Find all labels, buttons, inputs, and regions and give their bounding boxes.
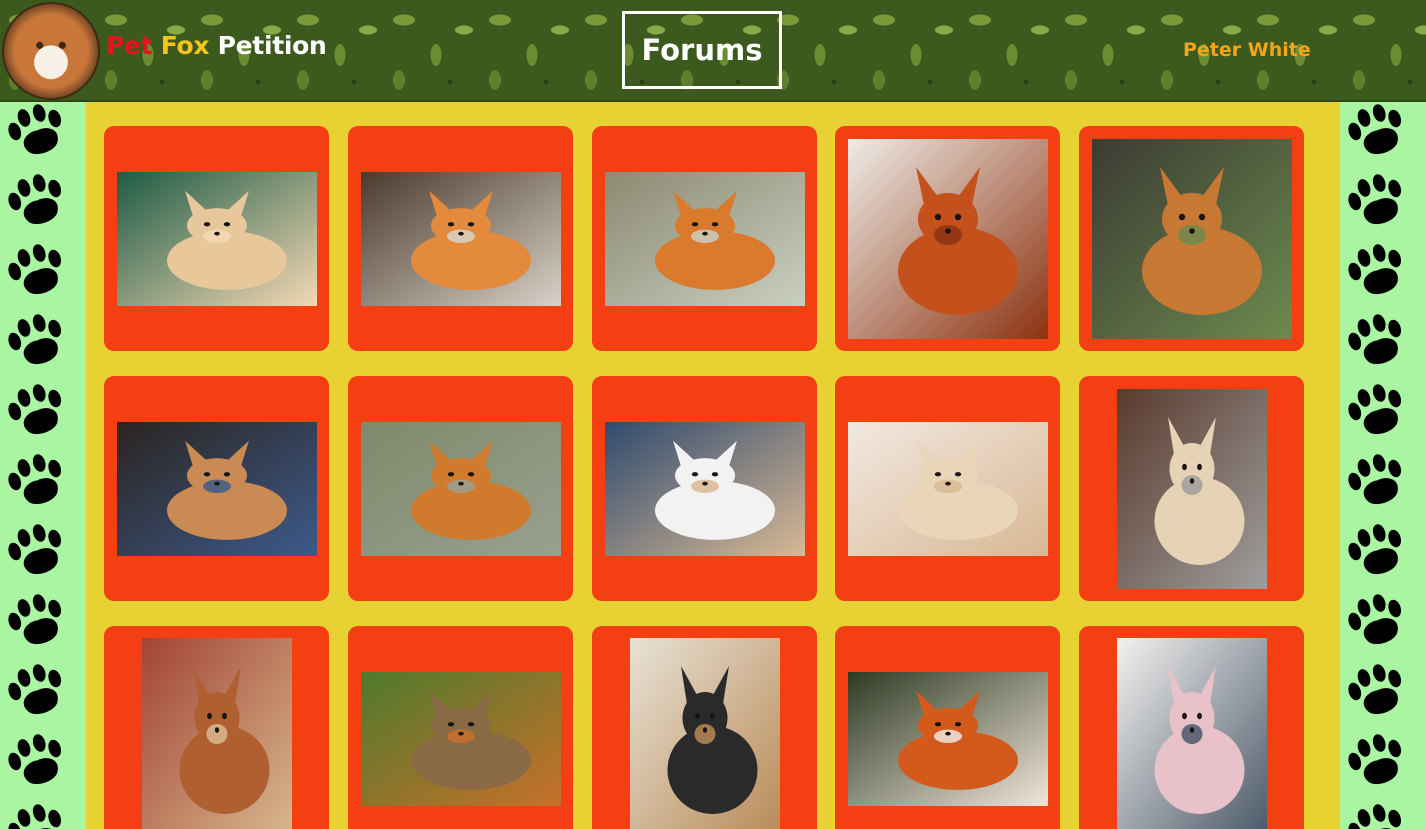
fox-photo [1091, 138, 1292, 339]
right-paw-strip [1340, 102, 1426, 829]
brand-word-petition: Petition [217, 31, 327, 60]
fox-photo-card[interactable] [592, 376, 817, 601]
site-brand[interactable]: Pet Fox Petition [106, 31, 327, 60]
fox-photo-card[interactable] [104, 126, 329, 351]
fox-photo [1116, 638, 1267, 829]
fox-photo [604, 421, 805, 556]
fox-photo [360, 171, 561, 306]
fox-photo-card[interactable] [348, 626, 573, 829]
brand-word-fox: Fox [160, 31, 210, 60]
fox-photo-card[interactable] [835, 376, 1060, 601]
left-paw-strip [0, 102, 86, 829]
fox-photo-card[interactable] [1079, 376, 1304, 601]
forums-nav-button[interactable]: Forums [622, 11, 782, 89]
fox-photo [116, 421, 317, 556]
fox-photo [141, 638, 292, 829]
paw-print-icon [1348, 104, 1402, 829]
paw-print-icon [8, 104, 62, 829]
fox-photo [847, 138, 1048, 339]
fox-photo [1116, 388, 1267, 589]
fox-photo-card[interactable] [835, 126, 1060, 351]
fox-photo [847, 421, 1048, 556]
fox-photo-card[interactable] [348, 126, 573, 351]
brand-word-pet: Pet [106, 31, 153, 60]
fox-photo [847, 671, 1048, 806]
fox-photo [116, 171, 317, 306]
site-header: Pet Fox Petition Forums Peter White [0, 0, 1426, 102]
fox-avatar[interactable] [2, 2, 100, 100]
fox-photo-card[interactable] [348, 376, 573, 601]
fox-photo-card[interactable] [1079, 126, 1304, 351]
user-name-link[interactable]: Peter White [1183, 39, 1311, 61]
fox-photo-gallery [86, 102, 1340, 829]
fox-photo [360, 421, 561, 556]
fox-photo [629, 638, 780, 829]
fox-photo-card[interactable] [1079, 626, 1304, 829]
fox-photo-card[interactable] [104, 626, 329, 829]
fox-photo-card[interactable] [104, 376, 329, 601]
fox-photo-card[interactable] [835, 626, 1060, 829]
fox-photo [604, 171, 805, 306]
fox-photo [360, 671, 561, 806]
fox-photo-card[interactable] [592, 126, 817, 351]
fox-photo-card[interactable] [592, 626, 817, 829]
